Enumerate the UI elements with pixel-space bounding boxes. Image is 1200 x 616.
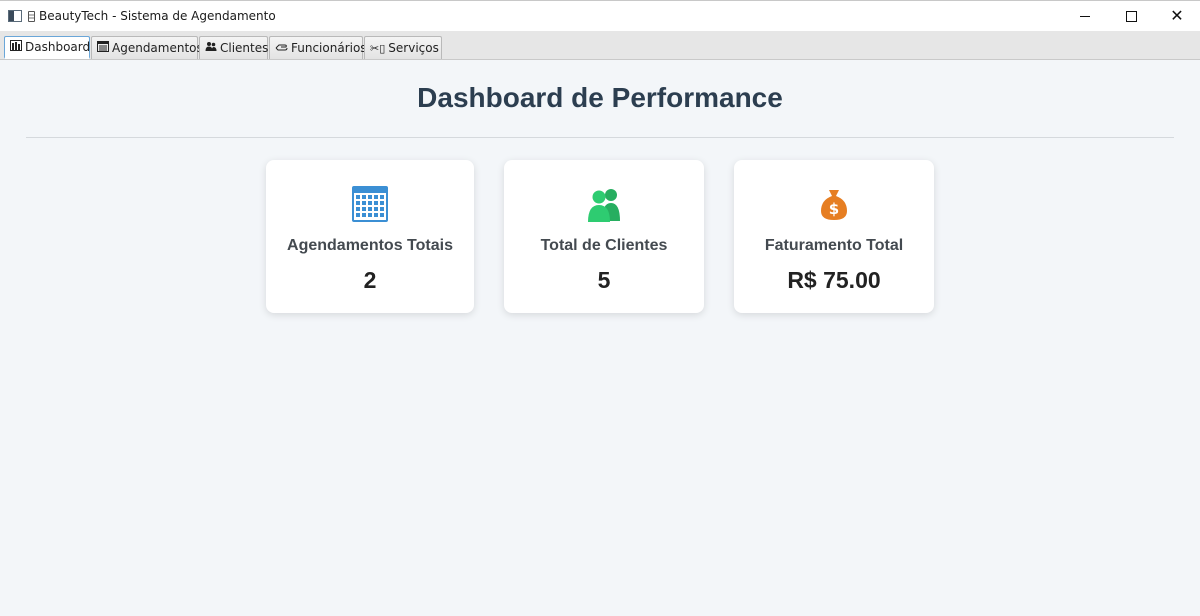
tab-servicos[interactable]: ✂▯ Serviços <box>364 36 442 59</box>
money-bag-icon: $ <box>821 190 847 220</box>
calendar-icon <box>352 186 388 222</box>
card-label: Agendamentos Totais <box>287 237 453 254</box>
title-divider <box>26 137 1174 138</box>
tab-label: Funcionários <box>291 41 367 55</box>
svg-text:$: $ <box>829 200 839 218</box>
stat-card-faturamento: $ Faturamento Total R$ 75.00 <box>734 160 934 313</box>
minimize-icon <box>1080 15 1090 17</box>
people-icon <box>205 41 217 55</box>
hand-icon <box>275 41 288 55</box>
tab-agendamentos[interactable]: Agendamentos <box>91 36 203 59</box>
tab-label: Dashboard <box>25 40 91 54</box>
tab-label: Agendamentos <box>112 41 203 55</box>
card-value: R$ 75.00 <box>787 267 881 293</box>
calendar-list-icon <box>97 41 109 55</box>
window-controls: ✕ <box>1062 1 1200 31</box>
users-icon <box>588 189 620 222</box>
close-icon: ✕ <box>1170 6 1184 25</box>
card-icon-wrap: $ <box>734 186 934 222</box>
card-value: 2 <box>363 267 377 293</box>
close-button[interactable]: ✕ <box>1154 1 1200 31</box>
tab-funcionarios[interactable]: Funcionários <box>269 36 367 59</box>
card-label: Total de Clientes <box>540 237 668 254</box>
phone-icon <box>28 10 35 22</box>
minimize-button[interactable] <box>1062 1 1108 31</box>
window-title: BeautyTech - Sistema de Agendamento <box>39 9 276 23</box>
window-title-bar: BeautyTech - Sistema de Agendamento ✕ <box>0 0 1200 31</box>
tab-strip: Dashboard Agendamentos Clientes Funcioná… <box>0 31 1200 60</box>
card-value: 5 <box>597 267 611 293</box>
app-icon <box>8 10 22 22</box>
tab-label: Clientes <box>220 41 269 55</box>
tab-dashboard[interactable]: Dashboard <box>4 36 90 59</box>
page-title: Dashboard de Performance <box>417 82 783 113</box>
card-label: Faturamento Total <box>764 237 904 254</box>
tab-label: Serviços <box>388 41 439 55</box>
tab-clientes[interactable]: Clientes <box>199 36 268 59</box>
scissors-icon: ✂▯ <box>370 41 386 55</box>
stat-card-agendamentos: Agendamentos Totais 2 <box>266 160 474 313</box>
maximize-icon <box>1125 10 1137 22</box>
card-icon-wrap <box>266 186 474 222</box>
maximize-button[interactable] <box>1108 1 1154 31</box>
window-title-wrap: BeautyTech - Sistema de Agendamento <box>28 9 276 23</box>
card-icon-wrap <box>504 186 704 222</box>
stat-card-clientes: Total de Clientes 5 <box>504 160 704 313</box>
chart-icon <box>10 40 22 54</box>
